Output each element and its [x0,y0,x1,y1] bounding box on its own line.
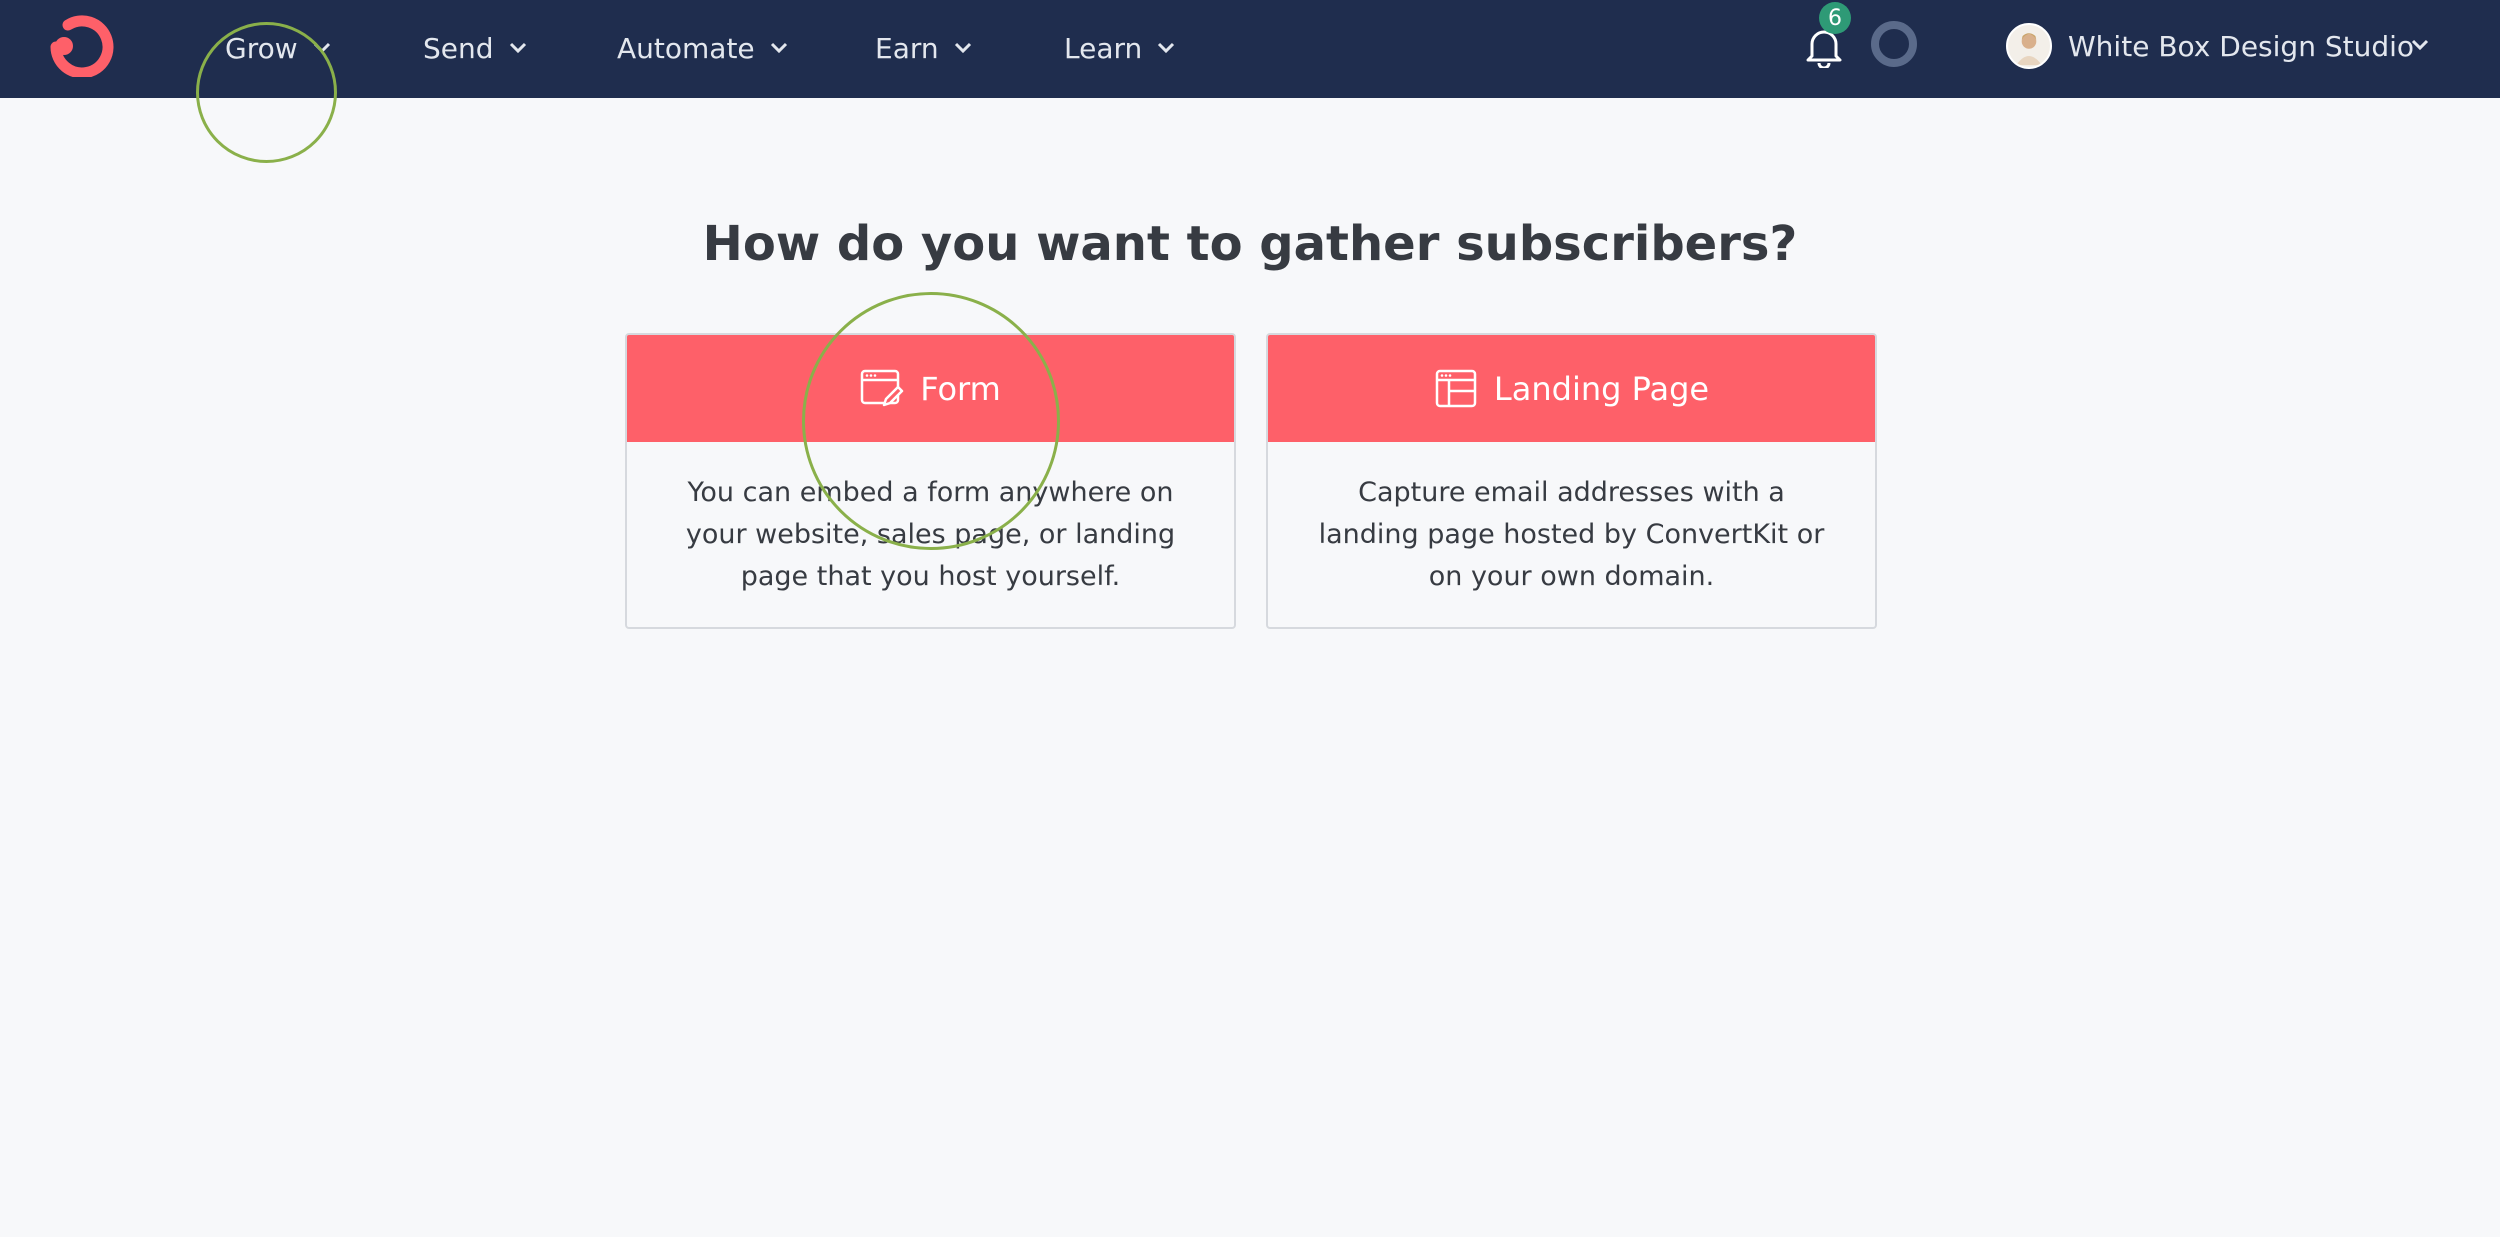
avatar [2006,23,2052,69]
nav-send-label: Send [423,31,494,65]
form-option-label: Form [920,369,1001,408]
chevron-down-icon [770,42,787,54]
landing-page-option-card[interactable]: Landing Page Capture email addresses wit… [1266,333,1877,629]
landing-page-layout-icon [1435,369,1477,407]
page-title: How do you want to gather subscribers? [702,216,1798,272]
chevron-down-icon [1158,42,1175,54]
chevron-down-icon [313,42,330,54]
form-option-header[interactable]: Form [627,335,1234,442]
landing-page-option-label: Landing Page [1493,369,1710,408]
account-menu[interactable]: White Box Design Studio [2006,22,2414,70]
nav-send[interactable]: Send [423,28,528,68]
nav-learn[interactable]: Learn [1064,28,1176,68]
nav-earn[interactable]: Earn [875,28,973,68]
form-option-description: You can embed a form anywhere on your we… [685,477,1176,592]
top-navigation-bar: Grow Send Automate Earn Learn 6 White Bo… [0,0,2500,98]
notification-count-badge: 6 [1819,2,1851,34]
chevron-down-icon [954,42,971,54]
chevron-down-icon [509,42,526,54]
loading-ring-icon[interactable] [1871,21,1917,67]
nav-automate[interactable]: Automate [617,28,789,68]
landing-page-option-description: Capture email addresses with a landing p… [1318,477,1825,592]
chevron-down-icon[interactable] [2410,38,2430,52]
nav-earn-label: Earn [875,31,939,65]
form-edit-icon [860,369,904,406]
form-option-card[interactable]: Form You can embed a form anywhere on yo… [625,333,1236,629]
nav-grow-label: Grow [225,31,298,65]
landing-page-option-header[interactable]: Landing Page [1268,335,1875,442]
nav-automate-label: Automate [617,31,755,65]
account-name: White Box Design Studio [2068,29,2415,63]
convertkit-logo-icon[interactable] [48,15,114,77]
nav-learn-label: Learn [1064,31,1143,65]
nav-grow[interactable]: Grow [225,28,332,68]
